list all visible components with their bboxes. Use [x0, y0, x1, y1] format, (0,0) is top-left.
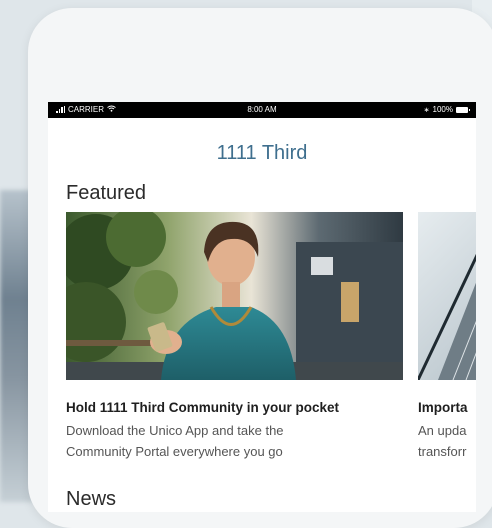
featured-card-title-2[interactable]: Importa: [418, 400, 476, 415]
featured-heading: Featured: [66, 182, 147, 204]
battery-label: 100%: [432, 105, 453, 114]
featured-card-image-2[interactable]: [418, 212, 476, 380]
app-title: 1111 Third: [216, 142, 308, 164]
bluetooth-icon: ∗: [423, 106, 430, 114]
news-heading: News: [66, 488, 117, 510]
featured-card-description-2: An upda transforr: [418, 423, 467, 459]
battery-icon: [456, 106, 470, 113]
woman-with-phone-photo: [66, 212, 403, 380]
phone-screen: CARRIER 8:00 AM ∗ 100% 1111 Third Featur…: [48, 102, 476, 512]
featured-card-description: Download the Unico App and take the Comm…: [66, 423, 284, 459]
featured-card-image[interactable]: [66, 212, 403, 380]
status-time: 8:00 AM: [247, 105, 277, 114]
status-right: ∗ 100%: [423, 105, 470, 114]
building-photo: [418, 253, 476, 380]
featured-card-title[interactable]: Hold 1111 Third Community in your pocket: [66, 400, 406, 415]
status-bar: CARRIER 8:00 AM ∗ 100%: [48, 102, 476, 118]
